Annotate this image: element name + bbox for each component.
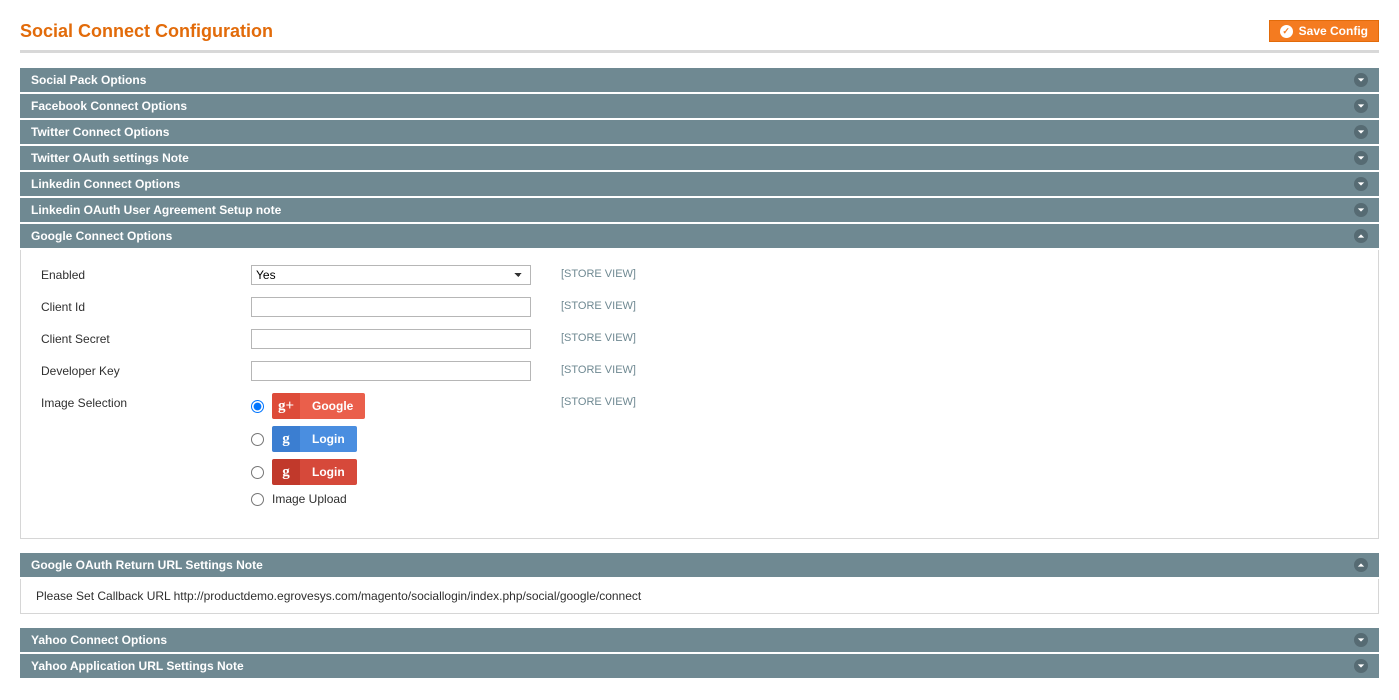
- developer-key-input[interactable]: [251, 361, 531, 381]
- chevron-down-icon: [1354, 633, 1368, 647]
- chevron-up-icon: [1354, 558, 1368, 572]
- row-image-selection: Image Selection g+ Google g Login: [41, 393, 1358, 513]
- chevron-down-icon: [1354, 99, 1368, 113]
- image-selection-radio-login-red[interactable]: [251, 466, 264, 479]
- section-facebook-connect-options[interactable]: Facebook Connect Options: [20, 94, 1379, 118]
- image-selection-radio-upload[interactable]: [251, 493, 264, 506]
- chevron-down-icon: [1354, 203, 1368, 217]
- google-badge: g+ Google: [272, 393, 365, 419]
- developer-key-label: Developer Key: [41, 361, 251, 378]
- scope-label: [STORE VIEW]: [561, 393, 636, 408]
- image-upload-label: Image Upload: [272, 492, 347, 506]
- scope-label: [STORE VIEW]: [561, 329, 636, 344]
- page-title: Social Connect Configuration: [20, 21, 273, 42]
- google-g-icon: g: [272, 459, 300, 485]
- section-linkedin-oauth-note[interactable]: Linkedin OAuth User Agreement Setup note: [20, 198, 1379, 222]
- page-header: Social Connect Configuration ✓ Save Conf…: [20, 20, 1379, 53]
- section-linkedin-connect-options[interactable]: Linkedin Connect Options: [20, 172, 1379, 196]
- save-config-label: Save Config: [1299, 24, 1368, 38]
- scope-label: [STORE VIEW]: [561, 361, 636, 376]
- chevron-down-icon: [1354, 73, 1368, 87]
- section-social-pack-options[interactable]: Social Pack Options: [20, 68, 1379, 92]
- google-oauth-note-body: Please Set Callback URL http://productde…: [20, 579, 1379, 614]
- check-icon: ✓: [1280, 25, 1293, 38]
- save-config-button[interactable]: ✓ Save Config: [1269, 20, 1379, 42]
- row-developer-key: Developer Key [STORE VIEW]: [41, 361, 1358, 383]
- google-section-body: Enabled Yes [STORE VIEW] Client Id [STOR…: [20, 250, 1379, 539]
- chevron-up-icon: [1354, 229, 1368, 243]
- client-id-label: Client Id: [41, 297, 251, 314]
- login-blue-badge: g Login: [272, 426, 357, 452]
- login-red-badge: g Login: [272, 459, 357, 485]
- row-enabled: Enabled Yes [STORE VIEW]: [41, 265, 1358, 287]
- chevron-down-icon: [1354, 177, 1368, 191]
- google-g-icon: g: [272, 426, 300, 452]
- row-client-secret: Client Secret [STORE VIEW]: [41, 329, 1358, 351]
- client-secret-label: Client Secret: [41, 329, 251, 346]
- row-client-id: Client Id [STORE VIEW]: [41, 297, 1358, 319]
- chevron-down-icon: [1354, 125, 1368, 139]
- client-id-input[interactable]: [251, 297, 531, 317]
- image-selection-radio-google[interactable]: [251, 400, 264, 413]
- enabled-select[interactable]: Yes: [251, 265, 531, 285]
- section-google-connect-options[interactable]: Google Connect Options: [20, 224, 1379, 248]
- enabled-label: Enabled: [41, 265, 251, 282]
- image-selection-radio-login-blue[interactable]: [251, 433, 264, 446]
- section-yahoo-connect-options[interactable]: Yahoo Connect Options: [20, 628, 1379, 652]
- image-selection-label: Image Selection: [41, 393, 251, 410]
- section-google-oauth-note[interactable]: Google OAuth Return URL Settings Note: [20, 553, 1379, 577]
- client-secret-input[interactable]: [251, 329, 531, 349]
- chevron-down-icon: [1354, 659, 1368, 673]
- scope-label: [STORE VIEW]: [561, 297, 636, 312]
- chevron-down-icon: [1354, 151, 1368, 165]
- section-yahoo-app-note[interactable]: Yahoo Application URL Settings Note: [20, 654, 1379, 678]
- section-twitter-connect-options[interactable]: Twitter Connect Options: [20, 120, 1379, 144]
- scope-label: [STORE VIEW]: [561, 265, 636, 280]
- section-twitter-oauth-note[interactable]: Twitter OAuth settings Note: [20, 146, 1379, 170]
- google-plus-icon: g+: [272, 393, 300, 419]
